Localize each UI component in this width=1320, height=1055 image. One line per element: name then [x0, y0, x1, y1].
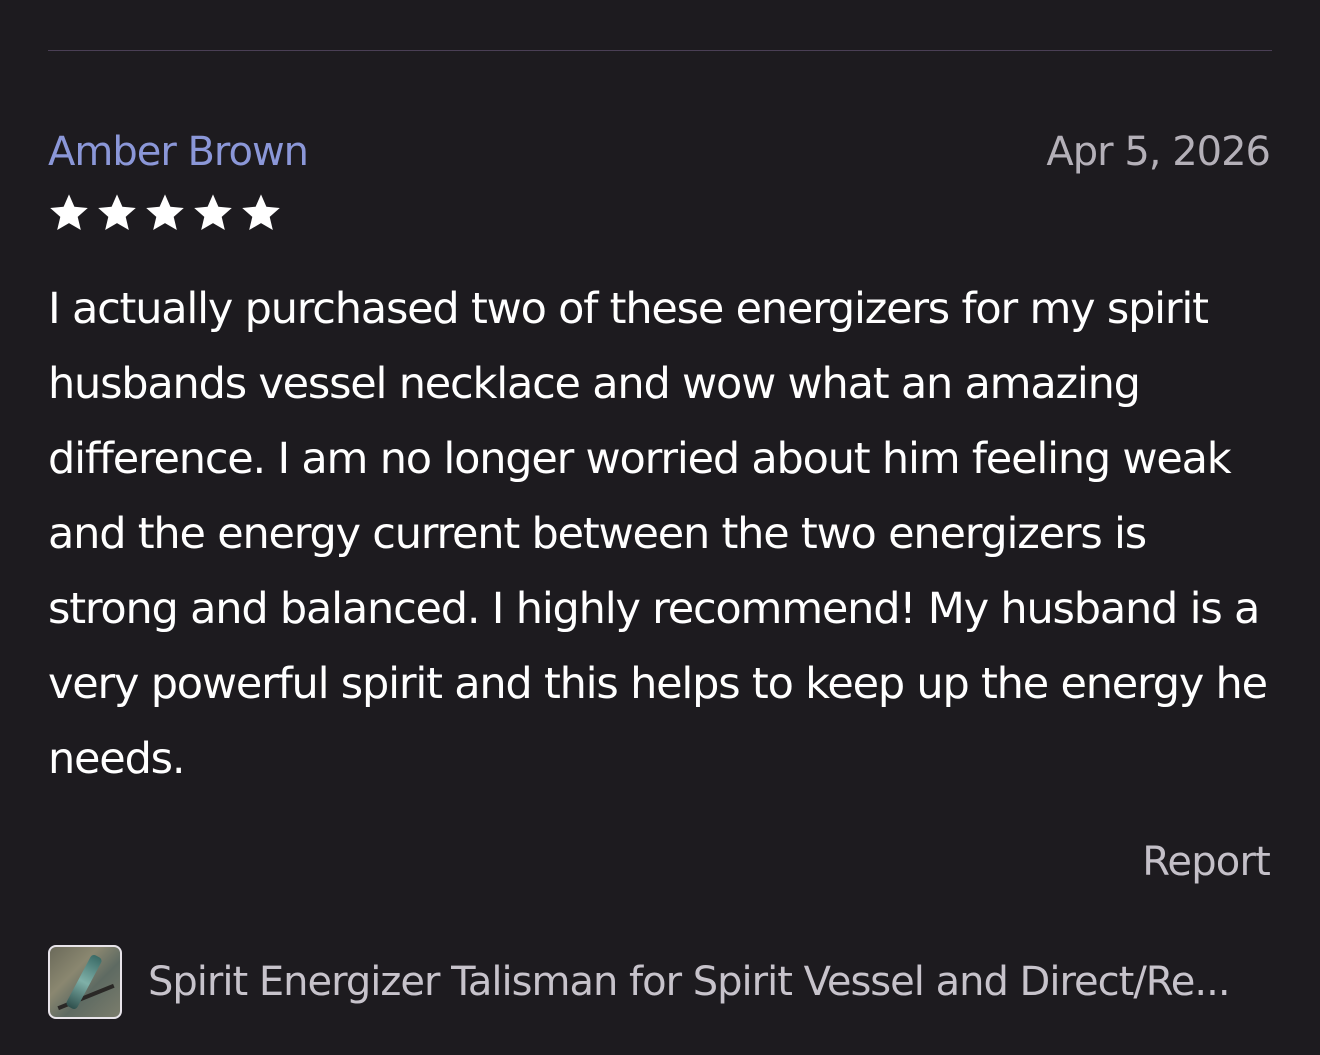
report-link[interactable]: Report	[1142, 838, 1271, 886]
review-date: Apr 5, 2026	[1046, 129, 1271, 175]
product-title[interactable]: Spirit Energizer Talisman for Spirit Ves…	[148, 958, 1231, 1006]
star-icon	[242, 194, 280, 231]
star-icon	[146, 194, 184, 231]
star-icon	[98, 194, 136, 231]
thumbnail-charm	[65, 953, 103, 1011]
star-icon	[194, 194, 232, 231]
star-icon	[50, 194, 88, 231]
star-rating	[48, 193, 282, 233]
divider	[48, 50, 1272, 51]
review-body: I actually purchased two of these energi…	[48, 284, 1268, 784]
product-link[interactable]: Spirit Energizer Talisman for Spirit Ves…	[48, 945, 1278, 1019]
product-thumbnail[interactable]	[48, 945, 122, 1019]
reviewer-name-link[interactable]: Amber Brown	[48, 128, 309, 176]
